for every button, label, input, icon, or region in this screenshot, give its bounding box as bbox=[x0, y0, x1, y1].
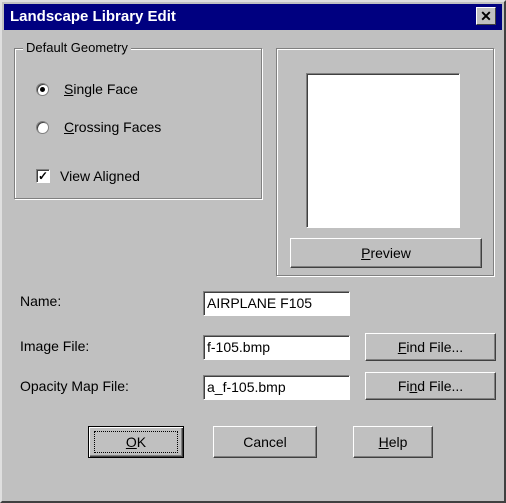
image-file-field[interactable]: f-105.bmp bbox=[203, 335, 350, 360]
crossing-faces-radio-option[interactable]: Crossing Faces bbox=[36, 118, 206, 138]
find-opacity-map-file-button[interactable]: Find File... bbox=[365, 372, 496, 400]
preview-button[interactable]: Preview bbox=[290, 238, 482, 268]
cancel-button-label: Cancel bbox=[243, 434, 287, 450]
help-button[interactable]: Help bbox=[353, 426, 433, 458]
find-image-file-button[interactable]: Find File... bbox=[365, 333, 496, 361]
preview-image bbox=[306, 73, 460, 228]
checkmark-icon: ✓ bbox=[37, 169, 49, 183]
default-geometry-label: Default Geometry bbox=[23, 40, 131, 55]
ok-button[interactable]: OK bbox=[88, 426, 184, 458]
single-face-radio-option[interactable]: Single Face bbox=[36, 80, 196, 100]
cancel-button[interactable]: Cancel bbox=[213, 426, 317, 458]
dialog-window: Landscape Library Edit ✕ Default Geometr… bbox=[0, 0, 506, 503]
ok-button-label: OK bbox=[125, 434, 147, 450]
radio-selected-dot bbox=[40, 87, 45, 92]
preview-button-label: Preview bbox=[361, 245, 411, 261]
title-bar[interactable]: Landscape Library Edit ✕ bbox=[4, 4, 502, 30]
window-title: Landscape Library Edit bbox=[10, 8, 176, 25]
crossing-faces-label: Crossing Faces bbox=[64, 119, 162, 135]
opacity-map-file-label: Opacity Map File: bbox=[20, 378, 129, 394]
name-label: Name: bbox=[20, 293, 62, 309]
view-aligned-checkbox[interactable]: ✓ bbox=[36, 169, 50, 183]
image-file-label: Image File: bbox=[20, 338, 90, 354]
close-button[interactable]: ✕ bbox=[476, 7, 496, 25]
view-aligned-checkbox-option[interactable]: ✓ View Aligned bbox=[36, 167, 206, 187]
crossing-faces-radio[interactable] bbox=[36, 121, 49, 134]
close-icon: ✕ bbox=[480, 8, 492, 24]
opacity-map-file-field[interactable]: a_f-105.bmp bbox=[203, 375, 350, 400]
single-face-radio[interactable] bbox=[36, 83, 49, 96]
find-opacity-map-file-label: Find File... bbox=[397, 378, 464, 394]
single-face-label: Single Face bbox=[64, 81, 138, 97]
find-image-file-label: Find File... bbox=[397, 339, 464, 355]
name-field[interactable]: AIRPLANE F105 bbox=[203, 291, 350, 316]
help-button-label: Help bbox=[378, 434, 408, 450]
view-aligned-label: View Aligned bbox=[60, 168, 140, 184]
